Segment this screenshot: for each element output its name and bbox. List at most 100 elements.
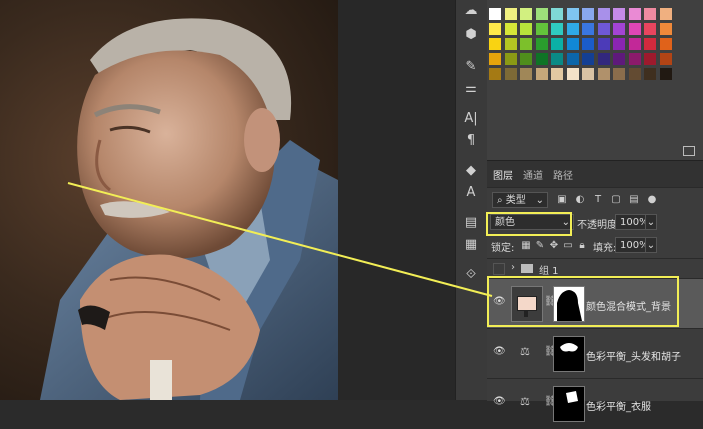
color-swatch[interactable] (613, 23, 625, 35)
color-swatch[interactable] (597, 23, 610, 35)
color-swatch[interactable] (489, 68, 501, 80)
layer-row-clothes[interactable]: 👁︎ ⚖ ⛓︎ 色彩平衡_衣服 (487, 378, 703, 429)
adjustment-filter-icon[interactable]: ◐ (573, 192, 587, 208)
color-swatch[interactable] (659, 23, 672, 35)
eye-icon[interactable]: 👁︎ (493, 346, 506, 357)
type-shapes-icon[interactable]: A (460, 184, 482, 202)
3d-cube-icon[interactable]: ⬢ (460, 26, 482, 44)
lock-transparent-icon[interactable]: ▦ (519, 238, 533, 254)
color-swatch[interactable] (613, 38, 625, 50)
tab-layers[interactable]: 图层 (493, 167, 513, 182)
color-swatch[interactable] (597, 38, 610, 50)
color-swatch[interactable] (535, 53, 548, 65)
lock-position-icon[interactable]: ✥ (547, 238, 561, 254)
color-swatch[interactable] (520, 68, 532, 80)
color-swatch[interactable] (659, 68, 672, 80)
color-swatch[interactable] (535, 8, 548, 20)
eye-icon[interactable]: 👁︎ (493, 396, 506, 407)
brush-settings-icon[interactable]: ✎ (460, 58, 482, 76)
color-swatch[interactable] (628, 38, 641, 50)
document-icon[interactable]: ▦ (460, 236, 482, 254)
color-swatch[interactable] (489, 8, 501, 20)
color-swatch[interactable] (613, 8, 625, 20)
color-swatch[interactable] (520, 38, 532, 50)
color-swatch[interactable] (644, 53, 656, 65)
color-swatch[interactable] (628, 23, 641, 35)
libraries-icon[interactable]: ▤ (460, 214, 482, 232)
color-swatch[interactable] (644, 23, 656, 35)
color-swatch[interactable] (582, 38, 594, 50)
color-swatch[interactable] (628, 8, 641, 20)
color-swatch[interactable] (566, 38, 579, 50)
layer-row-hair-beard[interactable]: 👁︎ ⚖ ⛓︎ 色彩平衡_头发和胡子 (487, 328, 703, 379)
color-swatch[interactable] (566, 53, 579, 65)
color-swatch[interactable] (659, 8, 672, 20)
layer-mask-thumbnail[interactable] (553, 386, 585, 422)
color-swatch[interactable] (597, 53, 610, 65)
color-swatch[interactable] (659, 53, 672, 65)
lock-all-icon[interactable]: 🔒︎ (575, 238, 589, 254)
color-swatch[interactable] (566, 68, 579, 80)
blend-mode-highlight (486, 212, 572, 236)
color-swatch[interactable] (582, 23, 594, 35)
color-swatch[interactable] (597, 8, 610, 20)
document-canvas[interactable] (0, 0, 338, 400)
share-icon[interactable]: ⟐ (460, 266, 482, 284)
color-swatch[interactable] (613, 53, 625, 65)
color-swatch[interactable] (644, 8, 656, 20)
tab-channels[interactable]: 通道 (523, 167, 543, 182)
color-swatch[interactable] (613, 68, 625, 80)
shape-filter-icon[interactable]: ▢ (609, 192, 623, 208)
color-swatch[interactable] (551, 23, 563, 35)
color-swatch[interactable] (628, 68, 641, 80)
smart-object-filter-icon[interactable]: ▤ (627, 192, 641, 208)
color-swatch[interactable] (504, 23, 517, 35)
color-swatch[interactable] (535, 23, 548, 35)
chevron-right-icon[interactable]: › (511, 262, 515, 273)
clone-source-icon[interactable]: ◆ (460, 162, 482, 180)
color-swatch[interactable] (582, 68, 594, 80)
color-swatch[interactable] (628, 53, 641, 65)
lock-artboard-icon[interactable]: ▭ (561, 238, 575, 254)
color-swatch[interactable] (504, 38, 517, 50)
color-swatch[interactable] (504, 68, 517, 80)
color-swatch[interactable] (566, 23, 579, 35)
character-icon[interactable]: A| (460, 110, 482, 128)
paragraph-icon[interactable]: ¶ (460, 132, 482, 150)
group-visibility-toggle[interactable] (493, 263, 505, 275)
layer-highlight (487, 276, 679, 327)
color-swatch[interactable] (644, 38, 656, 50)
color-swatch[interactable] (582, 53, 594, 65)
color-swatch[interactable] (551, 53, 563, 65)
fill-chevron-icon[interactable]: ⌄ (645, 237, 657, 253)
creative-cloud-icon[interactable]: ☁ (460, 2, 482, 20)
color-swatch[interactable] (489, 23, 501, 35)
adjust-sliders-icon[interactable]: ⚌ (460, 80, 482, 98)
color-swatch[interactable] (520, 53, 532, 65)
color-swatch[interactable] (535, 38, 548, 50)
color-swatch[interactable] (504, 8, 517, 20)
color-swatch[interactable] (597, 68, 610, 80)
tab-paths[interactable]: 路径 (553, 167, 573, 182)
color-swatch[interactable] (659, 38, 672, 50)
filter-type-dropdown[interactable]: ⌕ 类型 ⌄ (492, 192, 548, 208)
color-swatch[interactable] (644, 68, 656, 80)
color-swatch[interactable] (551, 68, 563, 80)
color-swatch[interactable] (520, 23, 532, 35)
color-swatch[interactable] (489, 38, 501, 50)
layer-mask-thumbnail[interactable] (553, 336, 585, 372)
color-swatch[interactable] (566, 8, 579, 20)
panel-menu-icon[interactable] (683, 146, 695, 156)
opacity-chevron-icon[interactable]: ⌄ (645, 214, 657, 230)
filter-toggle-icon[interactable]: ● (645, 192, 659, 208)
lock-image-icon[interactable]: ✎ (533, 238, 547, 254)
pixel-filter-icon[interactable]: ▣ (555, 192, 569, 208)
color-swatch[interactable] (535, 68, 548, 80)
color-swatch[interactable] (504, 53, 517, 65)
color-swatch[interactable] (489, 53, 501, 65)
color-swatch[interactable] (520, 8, 532, 20)
color-swatch[interactable] (551, 38, 563, 50)
color-swatch[interactable] (582, 8, 594, 20)
type-filter-icon[interactable]: T (591, 192, 605, 208)
color-swatch[interactable] (551, 8, 563, 20)
